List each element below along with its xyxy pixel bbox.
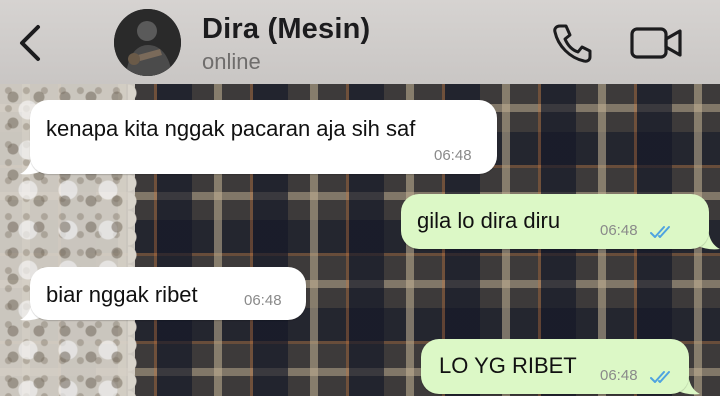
- message-bubble-outgoing[interactable]: gila lo dira diru 06:48: [401, 194, 709, 249]
- message-text: biar nggak ribet: [46, 282, 198, 307]
- message-bubble-incoming[interactable]: biar nggak ribet 06:48: [30, 267, 306, 320]
- contact-name[interactable]: Dira (Mesin): [202, 13, 370, 46]
- contact-status: online: [202, 49, 261, 74]
- voice-call-button[interactable]: [550, 21, 594, 65]
- chat-header: Dira (Mesin) online: [0, 0, 720, 84]
- message-bubble-incoming[interactable]: kenapa kita nggak pacaran aja sih saf 06…: [30, 100, 497, 174]
- avatar-photo: [114, 9, 181, 76]
- phone-icon: [553, 24, 592, 63]
- chat-screen: Dira (Mesin) online kenapa kita nggak pa…: [0, 0, 720, 396]
- message-text: gila lo dira diru: [417, 208, 561, 233]
- message-text: kenapa kita nggak pacaran aja sih saf: [46, 116, 416, 141]
- chevron-left-icon: [20, 25, 40, 61]
- video-call-button[interactable]: [628, 23, 686, 63]
- avatar[interactable]: [114, 9, 181, 76]
- read-receipt-icon: [650, 371, 670, 383]
- message-time: 06:48: [600, 367, 638, 384]
- message-bubble-outgoing[interactable]: LO YG RIBET 06:48: [421, 339, 689, 394]
- back-button[interactable]: [14, 22, 48, 64]
- video-camera-icon: [630, 27, 682, 59]
- message-time: 06:48: [600, 222, 638, 239]
- read-receipt-icon: [650, 226, 670, 238]
- message-time: 06:48: [434, 147, 472, 164]
- message-text: LO YG RIBET: [439, 353, 577, 378]
- message-time: 06:48: [244, 292, 282, 309]
